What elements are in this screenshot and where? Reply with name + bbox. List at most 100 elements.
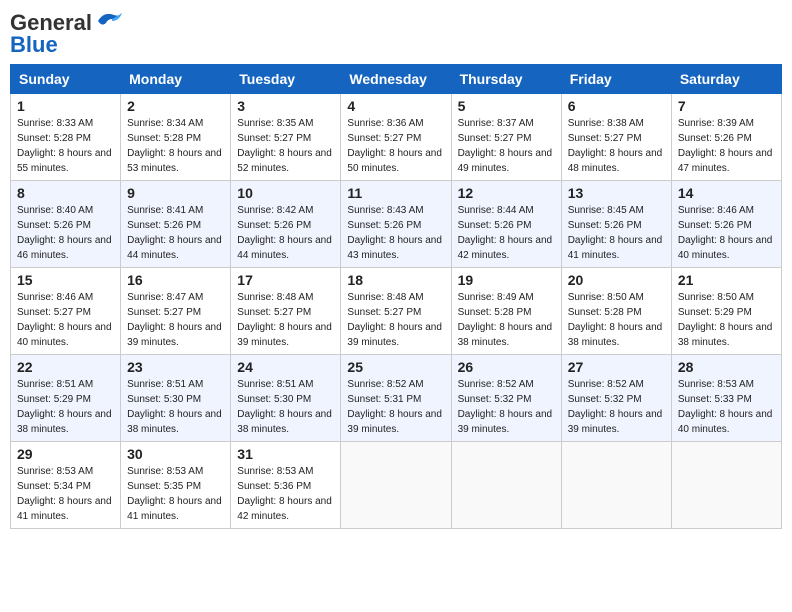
- column-header-wednesday: Wednesday: [341, 65, 451, 94]
- daylight: Daylight: 8 hours and 39 minutes.: [347, 320, 444, 350]
- daylight: Daylight: 8 hours and 39 minutes.: [458, 407, 555, 437]
- day-info: Sunrise: 8:53 AM Sunset: 5:36 PM Dayligh…: [237, 464, 334, 524]
- calendar-cell: 24 Sunrise: 8:51 AM Sunset: 5:30 PM Dayl…: [231, 355, 341, 442]
- day-info: Sunrise: 8:42 AM Sunset: 5:26 PM Dayligh…: [237, 203, 334, 263]
- sunrise: Sunrise: 8:51 AM: [17, 377, 114, 392]
- sunrise: Sunrise: 8:43 AM: [347, 203, 444, 218]
- calendar-cell: 23 Sunrise: 8:51 AM Sunset: 5:30 PM Dayl…: [121, 355, 231, 442]
- daylight: Daylight: 8 hours and 40 minutes.: [17, 320, 114, 350]
- sunset: Sunset: 5:28 PM: [127, 131, 224, 146]
- day-number: 4: [347, 98, 444, 114]
- sunset: Sunset: 5:27 PM: [127, 305, 224, 320]
- calendar-cell: 14 Sunrise: 8:46 AM Sunset: 5:26 PM Dayl…: [671, 181, 781, 268]
- sunset: Sunset: 5:34 PM: [17, 479, 114, 494]
- column-header-tuesday: Tuesday: [231, 65, 341, 94]
- daylight: Daylight: 8 hours and 44 minutes.: [127, 233, 224, 263]
- day-number: 7: [678, 98, 775, 114]
- calendar-cell: 4 Sunrise: 8:36 AM Sunset: 5:27 PM Dayli…: [341, 94, 451, 181]
- calendar-cell: 15 Sunrise: 8:46 AM Sunset: 5:27 PM Dayl…: [11, 268, 121, 355]
- calendar-cell: 2 Sunrise: 8:34 AM Sunset: 5:28 PM Dayli…: [121, 94, 231, 181]
- daylight: Daylight: 8 hours and 55 minutes.: [17, 146, 114, 176]
- day-info: Sunrise: 8:50 AM Sunset: 5:28 PM Dayligh…: [568, 290, 665, 350]
- sunset: Sunset: 5:27 PM: [17, 305, 114, 320]
- calendar-cell: 22 Sunrise: 8:51 AM Sunset: 5:29 PM Dayl…: [11, 355, 121, 442]
- day-info: Sunrise: 8:48 AM Sunset: 5:27 PM Dayligh…: [347, 290, 444, 350]
- calendar-cell: 28 Sunrise: 8:53 AM Sunset: 5:33 PM Dayl…: [671, 355, 781, 442]
- sunrise: Sunrise: 8:42 AM: [237, 203, 334, 218]
- sunset: Sunset: 5:27 PM: [347, 131, 444, 146]
- sunset: Sunset: 5:31 PM: [347, 392, 444, 407]
- sunset: Sunset: 5:26 PM: [347, 218, 444, 233]
- day-info: Sunrise: 8:52 AM Sunset: 5:32 PM Dayligh…: [458, 377, 555, 437]
- day-number: 1: [17, 98, 114, 114]
- sunrise: Sunrise: 8:46 AM: [17, 290, 114, 305]
- day-number: 28: [678, 359, 775, 375]
- day-number: 5: [458, 98, 555, 114]
- day-info: Sunrise: 8:39 AM Sunset: 5:26 PM Dayligh…: [678, 116, 775, 176]
- daylight: Daylight: 8 hours and 38 minutes.: [678, 320, 775, 350]
- sunrise: Sunrise: 8:47 AM: [127, 290, 224, 305]
- day-info: Sunrise: 8:51 AM Sunset: 5:30 PM Dayligh…: [127, 377, 224, 437]
- day-number: 15: [17, 272, 114, 288]
- daylight: Daylight: 8 hours and 53 minutes.: [127, 146, 224, 176]
- sunrise: Sunrise: 8:51 AM: [237, 377, 334, 392]
- day-number: 16: [127, 272, 224, 288]
- daylight: Daylight: 8 hours and 42 minutes.: [458, 233, 555, 263]
- day-number: 27: [568, 359, 665, 375]
- daylight: Daylight: 8 hours and 49 minutes.: [458, 146, 555, 176]
- daylight: Daylight: 8 hours and 46 minutes.: [17, 233, 114, 263]
- sunset: Sunset: 5:26 PM: [237, 218, 334, 233]
- day-number: 6: [568, 98, 665, 114]
- sunrise: Sunrise: 8:46 AM: [678, 203, 775, 218]
- day-info: Sunrise: 8:36 AM Sunset: 5:27 PM Dayligh…: [347, 116, 444, 176]
- column-header-thursday: Thursday: [451, 65, 561, 94]
- day-number: 17: [237, 272, 334, 288]
- day-info: Sunrise: 8:50 AM Sunset: 5:29 PM Dayligh…: [678, 290, 775, 350]
- sunrise: Sunrise: 8:52 AM: [347, 377, 444, 392]
- sunset: Sunset: 5:26 PM: [678, 131, 775, 146]
- day-info: Sunrise: 8:51 AM Sunset: 5:30 PM Dayligh…: [237, 377, 334, 437]
- sunset: Sunset: 5:26 PM: [127, 218, 224, 233]
- calendar-cell: 20 Sunrise: 8:50 AM Sunset: 5:28 PM Dayl…: [561, 268, 671, 355]
- sunrise: Sunrise: 8:52 AM: [458, 377, 555, 392]
- daylight: Daylight: 8 hours and 38 minutes.: [17, 407, 114, 437]
- sunrise: Sunrise: 8:53 AM: [678, 377, 775, 392]
- day-info: Sunrise: 8:44 AM Sunset: 5:26 PM Dayligh…: [458, 203, 555, 263]
- calendar-cell: 18 Sunrise: 8:48 AM Sunset: 5:27 PM Dayl…: [341, 268, 451, 355]
- calendar-cell: 17 Sunrise: 8:48 AM Sunset: 5:27 PM Dayl…: [231, 268, 341, 355]
- calendar-week-row: 1 Sunrise: 8:33 AM Sunset: 5:28 PM Dayli…: [11, 94, 782, 181]
- day-info: Sunrise: 8:40 AM Sunset: 5:26 PM Dayligh…: [17, 203, 114, 263]
- sunrise: Sunrise: 8:37 AM: [458, 116, 555, 131]
- day-number: 3: [237, 98, 334, 114]
- sunset: Sunset: 5:28 PM: [458, 305, 555, 320]
- day-info: Sunrise: 8:51 AM Sunset: 5:29 PM Dayligh…: [17, 377, 114, 437]
- sunset: Sunset: 5:32 PM: [568, 392, 665, 407]
- day-number: 10: [237, 185, 334, 201]
- day-number: 25: [347, 359, 444, 375]
- day-info: Sunrise: 8:47 AM Sunset: 5:27 PM Dayligh…: [127, 290, 224, 350]
- calendar-week-row: 22 Sunrise: 8:51 AM Sunset: 5:29 PM Dayl…: [11, 355, 782, 442]
- sunset: Sunset: 5:30 PM: [237, 392, 334, 407]
- day-info: Sunrise: 8:49 AM Sunset: 5:28 PM Dayligh…: [458, 290, 555, 350]
- sunrise: Sunrise: 8:35 AM: [237, 116, 334, 131]
- day-number: 8: [17, 185, 114, 201]
- daylight: Daylight: 8 hours and 52 minutes.: [237, 146, 334, 176]
- calendar-cell: [561, 442, 671, 529]
- sunset: Sunset: 5:26 PM: [568, 218, 665, 233]
- sunrise: Sunrise: 8:48 AM: [237, 290, 334, 305]
- day-number: 22: [17, 359, 114, 375]
- sunrise: Sunrise: 8:40 AM: [17, 203, 114, 218]
- sunset: Sunset: 5:32 PM: [458, 392, 555, 407]
- sunrise: Sunrise: 8:52 AM: [568, 377, 665, 392]
- sunset: Sunset: 5:27 PM: [237, 305, 334, 320]
- day-number: 23: [127, 359, 224, 375]
- daylight: Daylight: 8 hours and 43 minutes.: [347, 233, 444, 263]
- sunrise: Sunrise: 8:53 AM: [127, 464, 224, 479]
- calendar-week-row: 8 Sunrise: 8:40 AM Sunset: 5:26 PM Dayli…: [11, 181, 782, 268]
- day-number: 21: [678, 272, 775, 288]
- sunrise: Sunrise: 8:50 AM: [568, 290, 665, 305]
- column-header-monday: Monday: [121, 65, 231, 94]
- calendar-cell: 1 Sunrise: 8:33 AM Sunset: 5:28 PM Dayli…: [11, 94, 121, 181]
- calendar-cell: 10 Sunrise: 8:42 AM Sunset: 5:26 PM Dayl…: [231, 181, 341, 268]
- sunrise: Sunrise: 8:41 AM: [127, 203, 224, 218]
